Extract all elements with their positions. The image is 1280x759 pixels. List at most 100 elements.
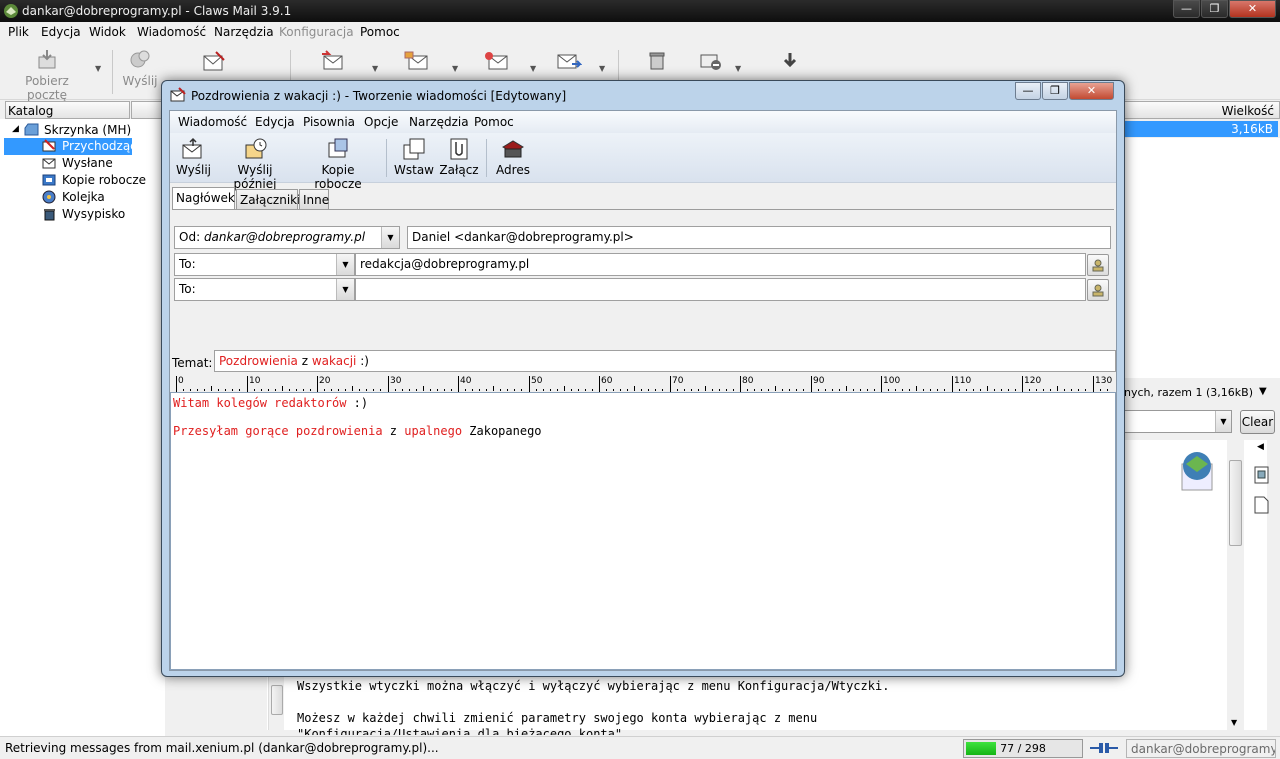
ruler-tick [867,389,868,391]
folder-mailbox[interactable]: ◢ Skrzynka (MH) [12,122,162,139]
close-button[interactable]: ✕ [1229,0,1276,18]
ruler-tick [839,389,840,391]
menu-narzedzia[interactable]: Narzędzia [214,25,274,39]
recipient-field[interactable]: redakcja@dobreprogramy.pl [355,253,1086,276]
get-mail-button[interactable]: Pobierz pocztę [7,48,87,102]
minimize-button[interactable]: — [1173,0,1200,18]
folder-sent[interactable]: Wysłane [42,155,162,172]
ruler-tick [1085,389,1086,391]
reply-all-dropdown-icon[interactable]: ▼ [452,64,458,73]
menu-pomoc[interactable]: Pomoc [360,25,400,39]
clear-search-button[interactable]: Clear [1240,410,1275,434]
expander-triangle-icon[interactable]: ◢ [12,124,19,134]
compose-restore-button[interactable]: ❐ [1042,82,1068,100]
send-later-button[interactable]: Wyślij później [217,137,293,191]
compose-minimize-button[interactable]: — [1015,82,1041,100]
scrollbar-thumb[interactable] [271,685,283,715]
recipient-field[interactable] [355,278,1086,301]
compose-close-button[interactable]: ✕ [1069,82,1114,100]
menu-plik[interactable]: Plik [8,25,29,39]
address-book-lookup-button[interactable] [1087,279,1109,301]
subject-field[interactable]: Pozdrowienia z wakacji :) [214,350,1116,372]
summary-toggle-icon[interactable]: ▼ [1259,386,1267,397]
quick-search-combo[interactable]: ▼ [1122,410,1232,433]
chevron-down-icon[interactable]: ▼ [336,254,354,275]
send-button[interactable]: Wyślij [122,48,158,88]
reply-list-icon[interactable] [483,50,509,72]
tab-other[interactable]: Inne [299,189,329,209]
from-field[interactable]: Daniel <dankar@dobreprogramy.pl> [407,226,1111,249]
main-menu-bar: Plik Edycja Widok Wiadomość Narzędzia Ko… [0,22,1280,42]
compose-menu-narzedzia[interactable]: Narzędzia [409,115,469,129]
forward-dropdown-icon[interactable]: ▼ [599,64,605,73]
recipient-type-selector[interactable]: To: ▼ [174,253,355,276]
attach-file-button[interactable]: Załącz [439,137,479,177]
size-column-header[interactable]: Wielkość [1120,101,1280,119]
viewer-right-scrollbar[interactable]: ▼ [1227,440,1244,730]
account-selector[interactable]: dankar@dobreprogramy.pl [1126,739,1276,758]
ruler-tick [726,389,727,391]
reply-icon[interactable] [320,50,344,72]
spam-icon[interactable] [699,51,723,71]
from-account-selector[interactable]: Od: dankar@dobreprogramy.pl ▼ [174,226,400,249]
chevron-down-icon[interactable]: ▼ [381,227,399,248]
folder-column-header-extra[interactable] [131,101,163,119]
folder-queue[interactable]: Kolejka [42,189,162,206]
restore-button[interactable]: ❐ [1201,0,1228,18]
tab-attachments[interactable]: Załączniki [236,189,300,209]
menu-konfiguracja[interactable]: Konfiguracja [279,25,354,39]
ruler-tick [521,389,522,391]
insert-file-button[interactable]: Wstaw [394,137,434,177]
ruler-major-tick [388,376,389,392]
reply-dropdown-icon[interactable]: ▼ [372,64,378,73]
forward-icon[interactable] [556,50,582,72]
menu-edycja[interactable]: Edycja [41,25,81,39]
compose-menu-pomoc[interactable]: Pomoc [474,115,514,129]
ruler-tick [444,389,445,391]
tab-header[interactable]: Nagłówek [172,187,235,210]
save-draft-button[interactable]: Kopie robocze [298,137,378,191]
viewer-scrollbar[interactable] [268,675,284,730]
address-book-lookup-button[interactable] [1087,254,1109,276]
body-word: kolegów [216,396,267,410]
subject-label: Temat: [172,356,213,370]
arrow-left-icon[interactable]: ◀ [1257,442,1264,452]
next-icon[interactable] [781,51,799,69]
folder-column-header[interactable]: Katalog [5,101,130,119]
menu-widok[interactable]: Widok [89,25,126,39]
ruler-tick [331,389,332,391]
compose-menu-edycja[interactable]: Edycja [255,115,295,129]
menu-wiadomosc[interactable]: Wiadomość [137,25,206,39]
reply-list-dropdown-icon[interactable]: ▼ [530,64,536,73]
ruler-tick [909,389,910,391]
reply-all-icon[interactable] [403,50,429,72]
ruler-tick [402,389,403,391]
folder-trash[interactable]: Wysypisko [42,206,162,223]
compose-menu-opcje[interactable]: Opcje [364,115,398,129]
scrollbar-thumb[interactable] [1229,460,1242,546]
address-book-button[interactable]: Adres [493,137,533,177]
ruler-label: 10 [249,376,261,386]
body-line: Przesyłam gorące pozdrowienia z upalnego… [173,424,542,438]
document-icon[interactable] [1254,496,1270,514]
get-mail-dropdown-icon[interactable]: ▼ [95,64,101,73]
message-body-editor[interactable]: Witam kolegów redaktorów :) Przesyłam go… [170,392,1116,670]
folder-drafts[interactable]: Kopie robocze [42,172,162,189]
scroll-down-icon[interactable]: ▼ [1231,718,1237,727]
online-plug-icon[interactable] [1090,741,1118,755]
text-part-icon[interactable] [1254,466,1270,484]
recipient-type-selector[interactable]: To: ▼ [174,278,355,301]
spam-dropdown-icon[interactable]: ▼ [735,64,741,73]
delete-icon[interactable] [647,51,667,71]
compose-icon[interactable] [202,50,226,72]
ruler-tick [395,389,396,391]
compose-menu-pisownia[interactable]: Pisownia [303,115,355,129]
compose-send-button[interactable]: Wyślij [176,137,211,177]
message-row-selected[interactable]: 3,16kB [1120,121,1278,137]
ruler-tick [409,389,410,391]
compose-menu-wiadomosc[interactable]: Wiadomość [178,115,247,129]
chevron-down-icon[interactable]: ▼ [336,279,354,300]
chevron-down-icon[interactable]: ▼ [1215,411,1231,432]
folder-inbox[interactable]: Przychodzące [4,138,144,155]
ruler-tick [310,389,311,391]
